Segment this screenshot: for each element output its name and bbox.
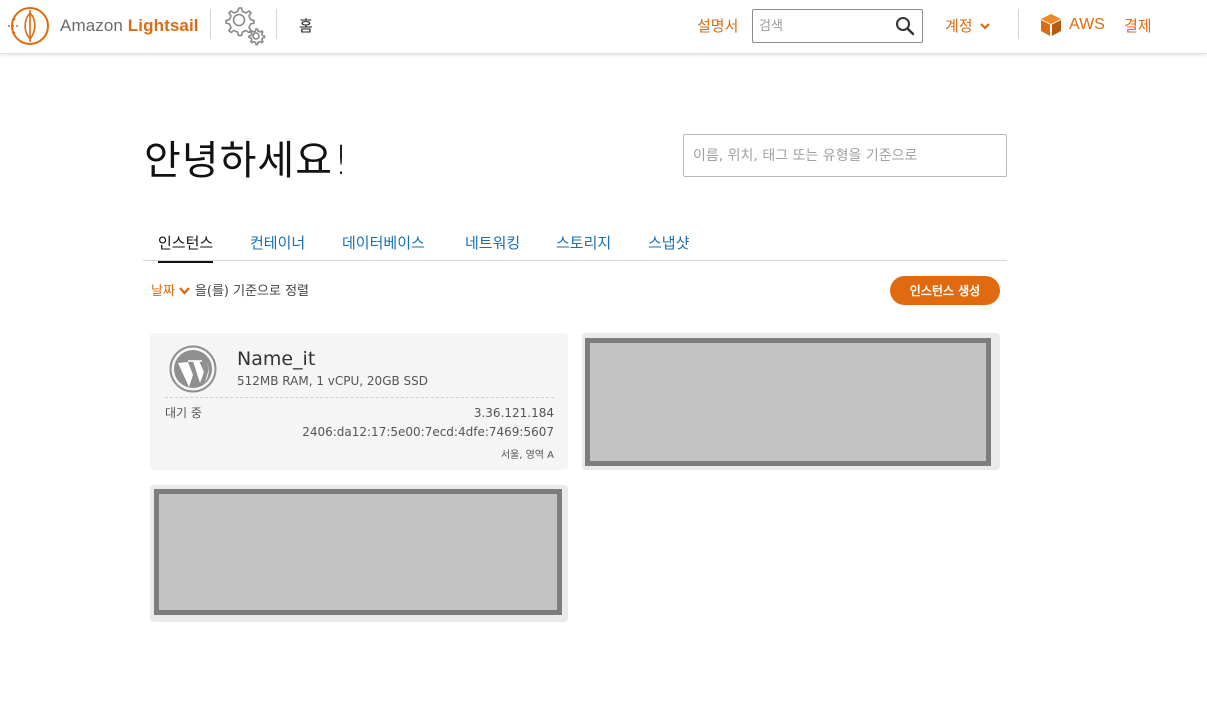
page-greeting: 안녕하세요!: [144, 138, 351, 184]
wordpress-icon: [169, 345, 217, 393]
card-divider: [165, 397, 554, 398]
resource-filter: [683, 134, 1007, 177]
chevron-down-icon: [979, 23, 990, 30]
filter-input[interactable]: [693, 144, 993, 168]
chevron-down-icon: [179, 287, 190, 295]
aws-label: AWS: [1069, 16, 1105, 33]
redaction-block: [154, 489, 562, 615]
instance-region: 서울, 영역 A: [500, 450, 554, 461]
tab-instances[interactable]: 인스턴스: [158, 232, 214, 263]
top-navigation-bar: Amazon Lightsail 홈 설명서 계정 AWS 결제: [0, 0, 1207, 54]
header-divider: [210, 9, 211, 39]
billing-link[interactable]: 결제: [1124, 15, 1152, 36]
redaction-block: [585, 338, 991, 466]
settings-gear-icon[interactable]: [221, 3, 267, 47]
instance-card[interactable]: Name_it 512MB RAM, 1 vCPU, 20GB SSD 대기 중…: [150, 333, 568, 470]
aws-console-link[interactable]: AWS: [1039, 13, 1105, 37]
account-menu-label: 계정: [945, 17, 973, 35]
sort-description: 을(를) 기준으로 정렬: [194, 284, 310, 299]
search-icon[interactable]: [895, 16, 915, 36]
tab-snapshots[interactable]: 스냅샷: [648, 232, 689, 261]
instance-ipv6: 2406:da12:17:5e00:7ecd:4dfe:7469:5607: [302, 425, 554, 439]
tab-containers[interactable]: 컨테이너: [250, 232, 305, 261]
documentation-link[interactable]: 설명서: [697, 15, 738, 36]
account-menu[interactable]: 계정: [945, 15, 990, 36]
instance-name-link[interactable]: Name_it: [237, 348, 315, 370]
resource-tabs: 인스턴스 컨테이너 데이터베이스 네트워킹 스토리지 스냅샷: [143, 230, 1007, 263]
sort-control: 날짜 을(를) 기준으로 정렬: [151, 280, 309, 299]
instance-ipv4: 3.36.121.184: [473, 406, 554, 420]
lightsail-home-logo[interactable]: Amazon Lightsail: [6, 6, 199, 46]
instance-card-redacted: [582, 333, 1000, 470]
tab-networking[interactable]: 네트워킹: [465, 232, 520, 261]
brand-name: Amazon Lightsail: [60, 16, 199, 35]
instance-spec: 512MB RAM, 1 vCPU, 20GB SSD: [237, 374, 429, 388]
aws-cube-icon: [1041, 14, 1061, 36]
instance-card-redacted: [150, 485, 568, 622]
sort-key-label: 날짜: [151, 284, 175, 299]
header-divider: [276, 9, 277, 39]
sort-key-dropdown[interactable]: 날짜: [151, 280, 190, 299]
tab-databases[interactable]: 데이터베이스: [342, 232, 425, 261]
search-input[interactable]: [759, 15, 889, 37]
header-search: [752, 9, 923, 43]
home-link[interactable]: 홈: [299, 15, 313, 36]
tab-storage[interactable]: 스토리지: [556, 232, 611, 261]
instance-state: 대기 중: [165, 406, 202, 420]
create-instance-button[interactable]: 인스턴스 생성: [890, 276, 1000, 305]
header-divider: [1018, 9, 1019, 39]
lightsail-logo-icon: [8, 7, 49, 45]
